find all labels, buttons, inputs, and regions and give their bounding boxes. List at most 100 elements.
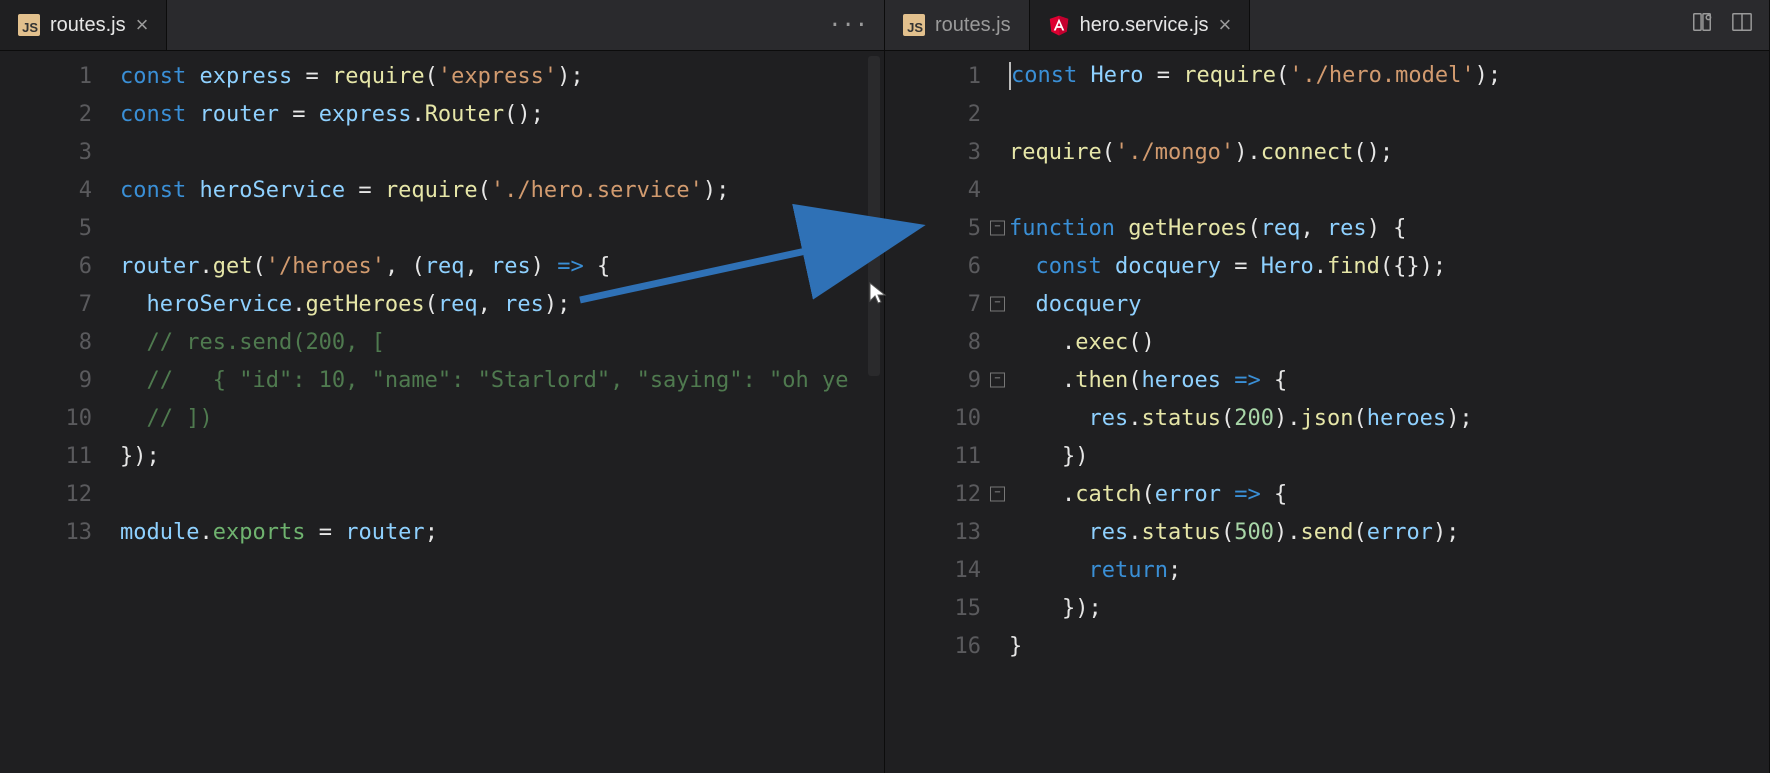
- line-number: 8: [0, 330, 120, 355]
- code-content[interactable]: docquery: [1009, 292, 1769, 317]
- code-line[interactable]: 10 // ]): [0, 399, 884, 437]
- code-line[interactable]: 14 return;: [885, 551, 1769, 589]
- tab-routes-js[interactable]: JS routes.js ×: [0, 0, 167, 50]
- fold-icon[interactable]: −: [990, 487, 1005, 502]
- line-number: 3: [0, 140, 120, 165]
- fold-icon[interactable]: −: [990, 221, 1005, 236]
- code-line[interactable]: 13module.exports = router;: [0, 513, 884, 551]
- code-line[interactable]: 1const Hero = require('./hero.model');: [885, 57, 1769, 95]
- code-content[interactable]: }: [1009, 634, 1769, 659]
- code-content[interactable]: .exec(): [1009, 330, 1769, 355]
- close-icon[interactable]: ×: [136, 14, 149, 36]
- code-content[interactable]: const router = express.Router();: [120, 102, 884, 127]
- code-editor-right[interactable]: 1const Hero = require('./hero.model');23…: [885, 51, 1769, 773]
- code-line[interactable]: 11});: [0, 437, 884, 475]
- line-number: 4: [885, 178, 1009, 203]
- code-content[interactable]: const Hero = require('./hero.model');: [1009, 62, 1769, 90]
- line-number: 5: [0, 216, 120, 241]
- line-number: 8: [885, 330, 1009, 355]
- fold-icon[interactable]: −: [990, 297, 1005, 312]
- tab-bar-right: JS routes.js hero.service.js ×: [885, 0, 1769, 51]
- line-number: 1: [0, 64, 120, 89]
- code-line[interactable]: 10 res.status(200).json(heroes);: [885, 399, 1769, 437]
- code-line[interactable]: 2const router = express.Router();: [0, 95, 884, 133]
- line-number: 7: [0, 292, 120, 317]
- split-editor-icon[interactable]: [1731, 11, 1753, 39]
- line-number: 13: [0, 520, 120, 545]
- line-number: 6: [885, 254, 1009, 279]
- line-number: 6: [0, 254, 120, 279]
- code-line[interactable]: 7− docquery: [885, 285, 1769, 323]
- code-content[interactable]: // ]): [120, 406, 884, 431]
- code-line[interactable]: 8 .exec(): [885, 323, 1769, 361]
- code-content[interactable]: // { "id": 10, "name": "Starlord", "sayi…: [120, 368, 884, 393]
- code-line[interactable]: 2: [885, 95, 1769, 133]
- overflow-icon[interactable]: ···: [828, 13, 868, 38]
- tab-label: routes.js: [935, 14, 1011, 37]
- code-content[interactable]: router.get('/heroes', (req, res) => {: [120, 254, 884, 279]
- code-line[interactable]: 1const express = require('express');: [0, 57, 884, 95]
- tab-actions-right: [1675, 0, 1769, 50]
- code-line[interactable]: 13 res.status(500).send(error);: [885, 513, 1769, 551]
- code-line[interactable]: 3require('./mongo').connect();: [885, 133, 1769, 171]
- code-line[interactable]: 5: [0, 209, 884, 247]
- code-editor-left[interactable]: 1const express = require('express');2con…: [0, 51, 884, 773]
- code-content[interactable]: const heroService = require('./hero.serv…: [120, 178, 884, 203]
- code-line[interactable]: 9 // { "id": 10, "name": "Starlord", "sa…: [0, 361, 884, 399]
- code-content[interactable]: });: [120, 444, 884, 469]
- code-line[interactable]: 6 const docquery = Hero.find({});: [885, 247, 1769, 285]
- code-content[interactable]: return;: [1009, 558, 1769, 583]
- close-icon[interactable]: ×: [1219, 14, 1232, 36]
- tab-hero-service-js[interactable]: hero.service.js ×: [1030, 0, 1251, 50]
- tab-label: routes.js: [50, 14, 126, 37]
- code-line[interactable]: 7 heroService.getHeroes(req, res);: [0, 285, 884, 323]
- code-content[interactable]: });: [1009, 596, 1769, 621]
- line-number: 9: [0, 368, 120, 393]
- line-number: 7−: [885, 292, 1009, 317]
- code-content[interactable]: // res.send(200, [: [120, 330, 884, 355]
- code-content[interactable]: require('./mongo').connect();: [1009, 140, 1769, 165]
- code-content[interactable]: res.status(200).json(heroes);: [1009, 406, 1769, 431]
- code-content[interactable]: function getHeroes(req, res) {: [1009, 216, 1769, 241]
- line-number: 10: [885, 406, 1009, 431]
- line-number: 13: [885, 520, 1009, 545]
- line-number: 5−: [885, 216, 1009, 241]
- code-line[interactable]: 4const heroService = require('./hero.ser…: [0, 171, 884, 209]
- code-content[interactable]: const express = require('express');: [120, 64, 884, 89]
- line-number: 11: [885, 444, 1009, 469]
- tab-routes-js-right[interactable]: JS routes.js: [885, 0, 1030, 50]
- tab-actions-left: ···: [812, 0, 884, 50]
- code-line[interactable]: 5−function getHeroes(req, res) {: [885, 209, 1769, 247]
- code-content[interactable]: }): [1009, 444, 1769, 469]
- code-line[interactable]: 6router.get('/heroes', (req, res) => {: [0, 247, 884, 285]
- line-number: 12: [0, 482, 120, 507]
- code-line[interactable]: 9− .then(heroes => {: [885, 361, 1769, 399]
- code-line[interactable]: 4: [885, 171, 1769, 209]
- line-number: 12−: [885, 482, 1009, 507]
- tab-label: hero.service.js: [1080, 14, 1209, 37]
- line-number: 3: [885, 140, 1009, 165]
- code-content[interactable]: .catch(error => {: [1009, 482, 1769, 507]
- js-file-icon: JS: [18, 14, 40, 36]
- editor-pane-right: JS routes.js hero.service.js × 1const He…: [885, 0, 1770, 773]
- code-line[interactable]: 12: [0, 475, 884, 513]
- diff-icon[interactable]: [1691, 11, 1713, 39]
- code-line[interactable]: 8 // res.send(200, [: [0, 323, 884, 361]
- line-number: 14: [885, 558, 1009, 583]
- split-editor: JS routes.js × ··· 1const express = requ…: [0, 0, 1770, 773]
- line-number: 10: [0, 406, 120, 431]
- fold-icon[interactable]: −: [990, 373, 1005, 388]
- code-content[interactable]: .then(heroes => {: [1009, 368, 1769, 393]
- line-number: 16: [885, 634, 1009, 659]
- code-line[interactable]: 16}: [885, 627, 1769, 665]
- code-content[interactable]: res.status(500).send(error);: [1009, 520, 1769, 545]
- code-line[interactable]: 3: [0, 133, 884, 171]
- line-number: 9−: [885, 368, 1009, 393]
- code-line[interactable]: 12− .catch(error => {: [885, 475, 1769, 513]
- code-line[interactable]: 15 });: [885, 589, 1769, 627]
- code-content[interactable]: heroService.getHeroes(req, res);: [120, 292, 884, 317]
- code-content[interactable]: module.exports = router;: [120, 520, 884, 545]
- code-line[interactable]: 11 }): [885, 437, 1769, 475]
- scrollbar[interactable]: [868, 56, 880, 376]
- code-content[interactable]: const docquery = Hero.find({});: [1009, 254, 1769, 279]
